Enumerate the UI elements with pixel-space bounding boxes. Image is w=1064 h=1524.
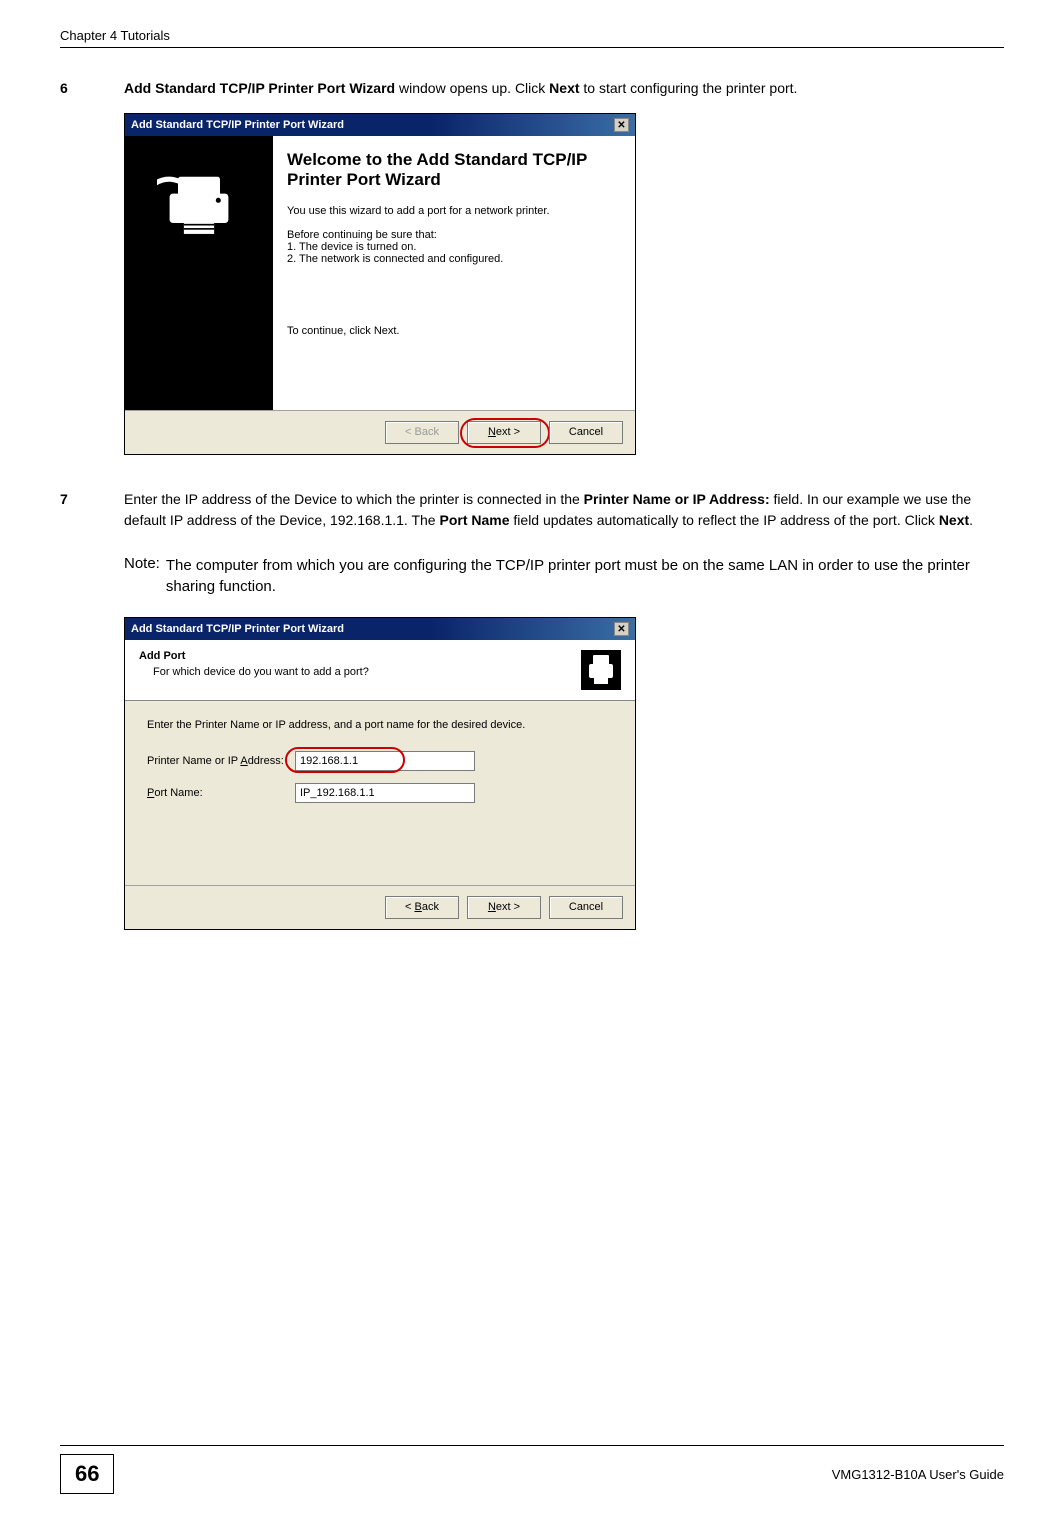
back-button: < Back (385, 421, 459, 444)
panel-subtitle: For which device do you want to add a po… (153, 666, 369, 678)
dialog-footer: < Back Next > Cancel (125, 885, 635, 929)
text: ack (422, 901, 439, 913)
underline-letter: B (415, 901, 422, 913)
text: Enter the IP address of the Device to wh… (124, 491, 584, 507)
dialog-text: You use this wizard to add a port for a … (287, 205, 621, 217)
text: window opens up. Click (395, 80, 549, 96)
port-name-input[interactable] (295, 783, 475, 803)
wizard-dialog-2: Add Standard TCP/IP Printer Port Wizard … (124, 617, 636, 930)
step-number: 7 (60, 489, 124, 531)
bold-wizard-name: Add Standard TCP/IP Printer Port Wizard (124, 80, 395, 96)
dialog-body: Enter the Printer Name or IP address, an… (125, 701, 635, 885)
note-text: The computer from which you are configur… (166, 555, 1004, 597)
back-button[interactable]: < Back (385, 896, 459, 919)
next-button[interactable]: Next > (467, 421, 541, 444)
page-number: 66 (60, 1454, 114, 1494)
next-button[interactable]: Next > (467, 896, 541, 919)
button-text: ext > (496, 426, 520, 438)
underline-letter: N (488, 901, 496, 913)
list-item: 2. The network is connected and configur… (287, 253, 621, 265)
running-header: Chapter 4 Tutorials (60, 28, 1004, 43)
note-label: Note: (124, 555, 166, 597)
cancel-button[interactable]: Cancel (549, 421, 623, 444)
text: to start configuring the printer port. (580, 80, 798, 96)
dialog-text: Before continuing be sure that: (287, 229, 621, 241)
ip-address-input[interactable] (295, 751, 475, 771)
form-row-ip: Printer Name or IP Address: (147, 751, 613, 771)
text: ext > (496, 901, 520, 913)
step-text: Add Standard TCP/IP Printer Port Wizard … (124, 78, 797, 99)
text: < (405, 901, 414, 913)
printer-icon (581, 650, 621, 690)
dialog-text: To continue, click Next. (287, 325, 621, 337)
dialog-text: Enter the Printer Name or IP address, an… (147, 719, 613, 731)
close-icon[interactable]: ✕ (614, 622, 629, 636)
footer-rule (60, 1445, 1004, 1446)
dialog-titlebar: Add Standard TCP/IP Printer Port Wizard … (125, 618, 635, 640)
page-footer: 66 VMG1312-B10A User's Guide (60, 1454, 1004, 1494)
wizard-dialog-1: Add Standard TCP/IP Printer Port Wizard … (124, 113, 636, 455)
step-6: 6 Add Standard TCP/IP Printer Port Wizar… (60, 78, 1004, 99)
cancel-button[interactable]: Cancel (549, 896, 623, 919)
port-name-label: Port Name: (147, 787, 295, 799)
step-number: 6 (60, 78, 124, 99)
step-7: 7 Enter the IP address of the Device to … (60, 489, 1004, 531)
note: Note: The computer from which you are co… (124, 555, 1004, 597)
underline-letter: N (488, 426, 496, 438)
bold-field-name: Printer Name or IP Address: (584, 491, 770, 507)
dialog-heading: Welcome to the Add Standard TCP/IP Print… (287, 150, 621, 191)
dialog-header-panel: Add Port For which device do you want to… (125, 640, 635, 701)
list-item: 1. The device is turned on. (287, 241, 621, 253)
text: ort Name: (154, 787, 202, 799)
bold-next: Next (549, 80, 579, 96)
printer-icon (157, 160, 241, 244)
text: ddress: (248, 755, 284, 767)
panel-title: Add Port (139, 650, 369, 662)
bold-next: Next (939, 512, 969, 528)
guide-title: VMG1312-B10A User's Guide (832, 1467, 1004, 1482)
step-text: Enter the IP address of the Device to wh… (124, 489, 1004, 531)
dialog-title: Add Standard TCP/IP Printer Port Wizard (131, 623, 344, 635)
text: field updates automatically to reflect t… (510, 512, 939, 528)
text: . (969, 512, 973, 528)
text: Printer Name or IP (147, 755, 240, 767)
dialog-titlebar: Add Standard TCP/IP Printer Port Wizard … (125, 114, 635, 136)
close-icon[interactable]: ✕ (614, 118, 629, 132)
dialog-sidebar (125, 136, 273, 410)
form-row-port: Port Name: (147, 783, 613, 803)
ip-address-label: Printer Name or IP Address: (147, 755, 295, 767)
bold-port-name: Port Name (439, 512, 509, 528)
dialog-footer: < Back Next > Cancel (125, 410, 635, 454)
dialog-title: Add Standard TCP/IP Printer Port Wizard (131, 119, 344, 131)
header-rule (60, 47, 1004, 48)
underline-letter: A (240, 755, 247, 767)
dialog-content: Welcome to the Add Standard TCP/IP Print… (273, 136, 635, 410)
